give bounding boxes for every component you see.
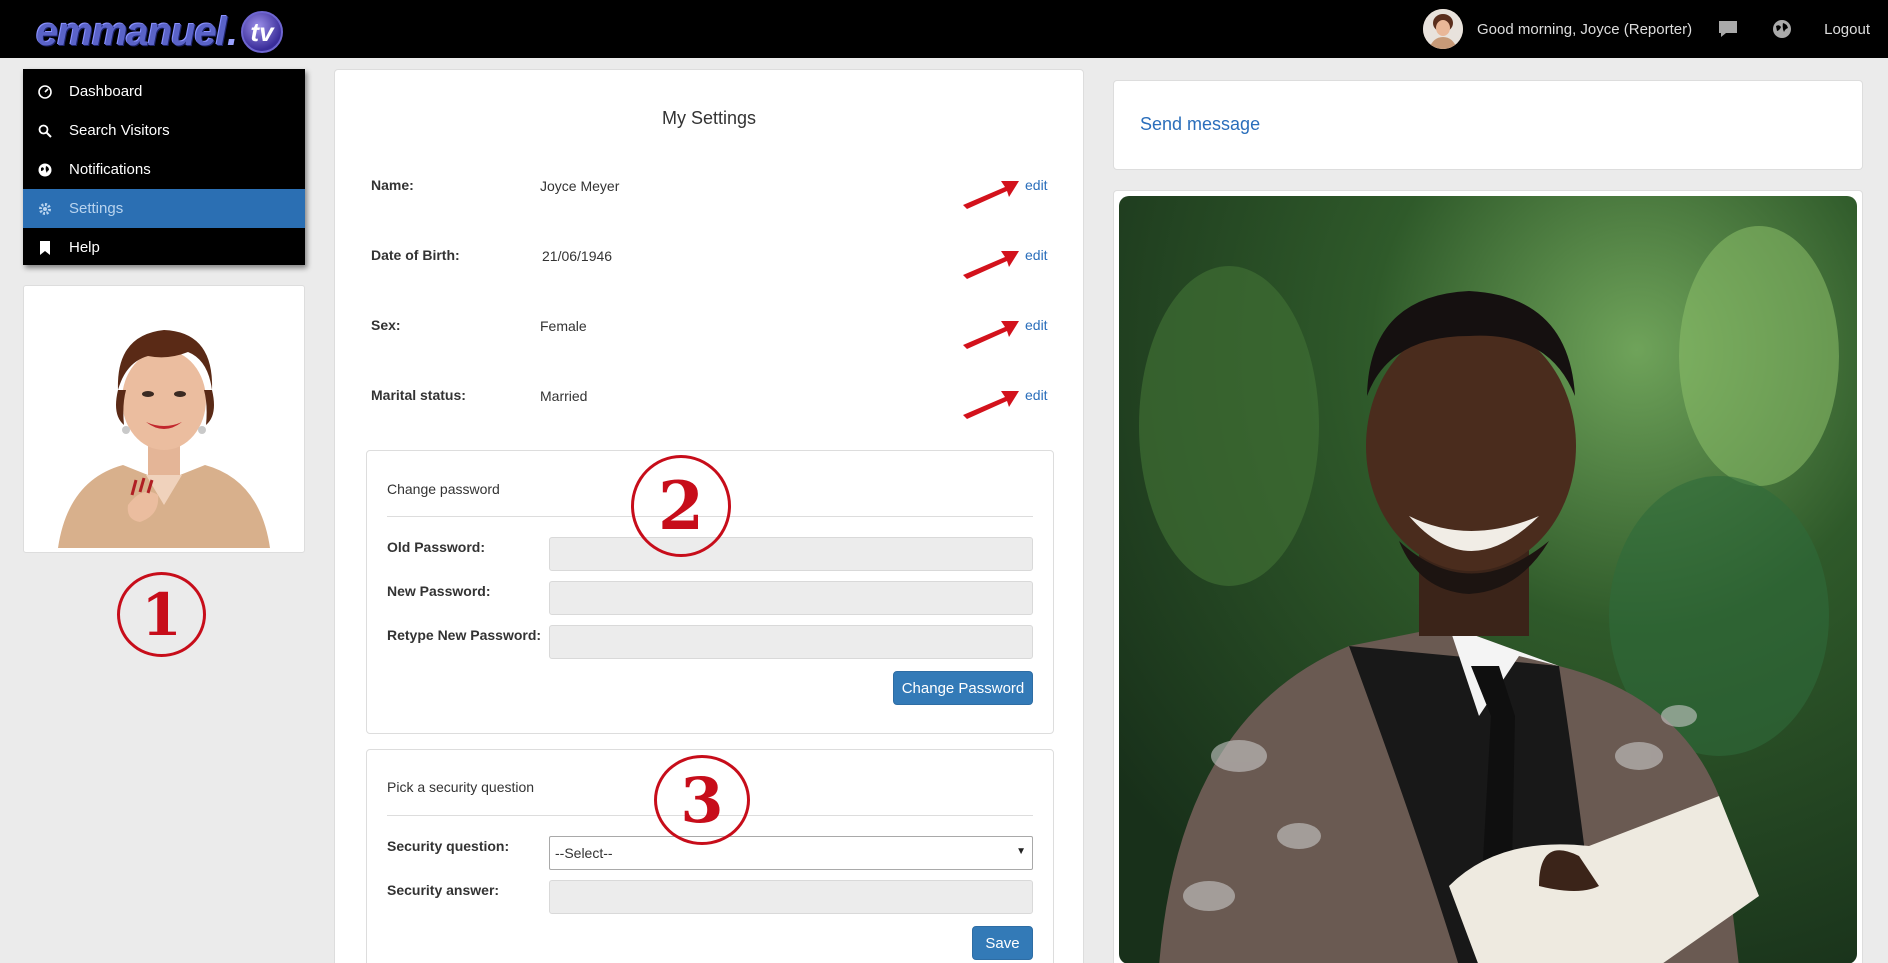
security-question-label: Security question: (387, 838, 510, 854)
retype-password-input[interactable] (549, 625, 1033, 659)
sidebar-item-label: Dashboard (69, 83, 143, 100)
logo-dot: . (226, 9, 238, 54)
annotation-marker-2: 2 (631, 455, 731, 557)
sidebar-nav: Dashboard Search Visitors Notifications … (23, 69, 305, 265)
logo-text: emmanuel (36, 9, 227, 54)
sidebar-item-settings[interactable]: Settings (23, 189, 305, 228)
sex-label: Sex: (371, 317, 401, 333)
marital-status-value: Married (540, 388, 588, 404)
profile-photo (28, 290, 300, 548)
change-password-title: Change password (387, 481, 500, 497)
sidebar-item-label: Search Visitors (69, 122, 170, 139)
annotation-number: 3 (680, 763, 724, 837)
gear-icon (37, 201, 53, 217)
red-arrow-icon (963, 391, 1019, 419)
security-answer-label: Security answer: (387, 882, 500, 898)
edit-marital-status-link[interactable]: edit (1025, 387, 1048, 403)
dob-value: 21/06/1946 (542, 248, 613, 264)
red-arrow-icon (963, 321, 1019, 349)
logout-link[interactable]: Logout (1824, 21, 1870, 38)
sex-value: Female (540, 318, 587, 334)
sidebar-item-label: Notifications (69, 161, 151, 178)
edit-sex-link[interactable]: edit (1025, 317, 1048, 333)
retype-password-label: Retype New Password: (387, 627, 542, 643)
featured-photo-card (1113, 190, 1863, 963)
dashboard-icon (37, 84, 53, 100)
globe-icon (37, 162, 53, 178)
marital-status-label: Marital status: (371, 387, 466, 403)
annotation-marker-1: 1 (117, 572, 206, 657)
logo[interactable]: emmanuel . tv (36, 10, 283, 54)
globe-icon[interactable] (1770, 17, 1794, 41)
save-button[interactable]: Save (972, 926, 1033, 960)
user-area: Good morning, Joyce (Reporter) Logout (1423, 0, 1888, 58)
sidebar-item-search-visitors[interactable]: Search Visitors (23, 111, 305, 150)
new-password-input[interactable] (549, 581, 1033, 615)
edit-name-link[interactable]: edit (1025, 177, 1048, 193)
send-message-card: Send message (1113, 80, 1863, 170)
greeting-text: Good morning, Joyce (Reporter) (1477, 20, 1693, 38)
annotation-number: 2 (658, 467, 704, 545)
page-title: My Settings (661, 108, 757, 128)
security-answer-input[interactable] (549, 880, 1033, 914)
featured-photo (1119, 196, 1857, 963)
change-password-button[interactable]: Change Password (893, 671, 1033, 705)
security-question-title: Pick a security question (387, 779, 535, 795)
annotation-number: 1 (141, 580, 182, 649)
red-arrow-icon (963, 181, 1019, 209)
security-question-selected: --Select-- (555, 845, 613, 861)
profile-photo-card (23, 285, 305, 553)
sidebar-item-label: Help (69, 239, 100, 256)
search-icon (37, 123, 53, 139)
send-message-link[interactable]: Send message (1140, 114, 1260, 135)
sidebar-item-label: Settings (69, 200, 124, 217)
red-arrow-icon (963, 251, 1019, 279)
name-value: Joyce Meyer (540, 178, 620, 194)
name-label: Name: (371, 177, 414, 193)
avatar[interactable] (1423, 9, 1464, 49)
chevron-down-icon: ▼ (1016, 846, 1026, 857)
annotation-marker-3: 3 (654, 755, 750, 845)
old-password-input[interactable] (549, 537, 1033, 571)
old-password-label: Old Password: (387, 539, 486, 555)
sidebar-item-notifications[interactable]: Notifications (23, 150, 305, 189)
top-bar: emmanuel . tv Good morning, Joyce (Repor… (0, 0, 1888, 58)
sidebar-item-help[interactable]: Help (23, 228, 305, 267)
sidebar-item-dashboard[interactable]: Dashboard (23, 72, 305, 111)
new-password-label: New Password: (387, 583, 491, 599)
security-question-select[interactable]: --Select-- ▼ (549, 836, 1033, 870)
logo-tv-badge: tv (240, 11, 283, 53)
dob-label: Date of Birth: (371, 247, 460, 263)
settings-panel: My Settings Name: Joyce Meyer edit Date … (334, 69, 1084, 963)
edit-dob-link[interactable]: edit (1025, 247, 1048, 263)
chat-bubble-icon[interactable] (1716, 17, 1740, 41)
bookmark-icon (37, 240, 53, 256)
